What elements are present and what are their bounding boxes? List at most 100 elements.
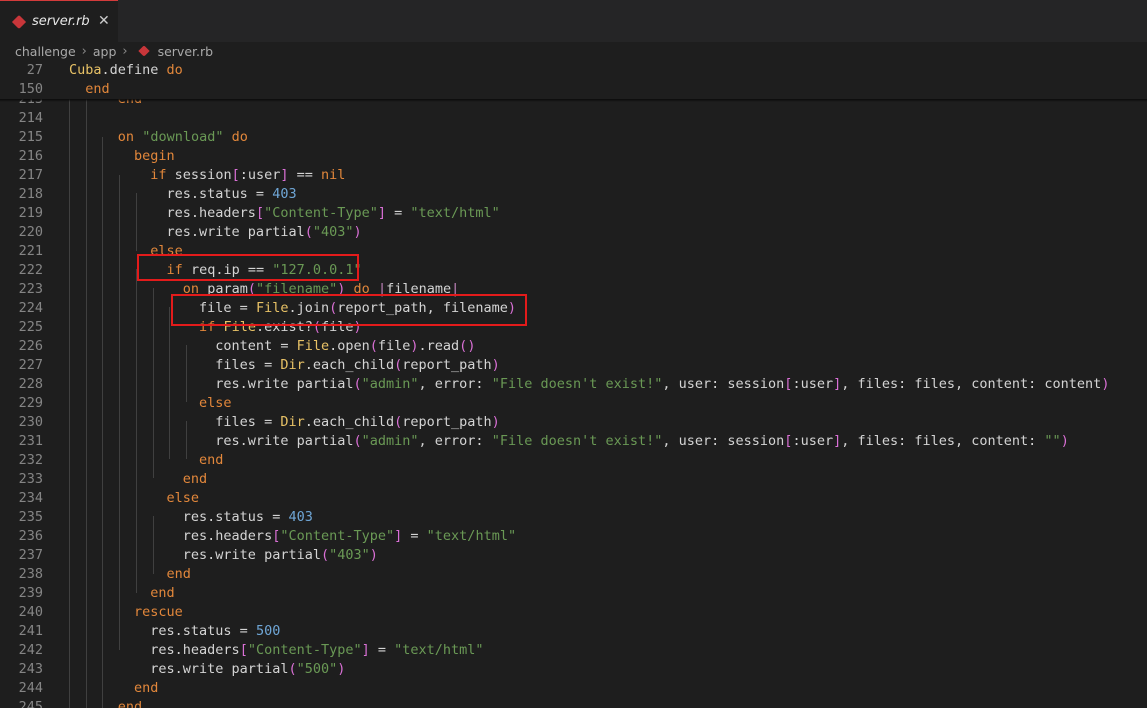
line-number: 150	[18, 81, 43, 97]
code-line[interactable]: 232 end	[0, 451, 1147, 470]
code-line[interactable]: 236 res.headers["Content-Type"] = "text/…	[0, 527, 1147, 546]
code-line[interactable]: 230 files = Dir.each_child(report_path)	[0, 413, 1147, 432]
code-line[interactable]: 214	[0, 109, 1147, 128]
line-text: end	[182, 471, 208, 487]
tab-server-rb[interactable]: server.rb ✕	[0, 0, 118, 42]
code-line[interactable]: 218 res.status = 403	[0, 185, 1147, 204]
close-icon[interactable]: ✕	[98, 13, 110, 29]
sticky-scroll-line[interactable]: 27 Cuba.define do	[0, 61, 1147, 80]
chevron-right-icon: ›	[81, 43, 87, 59]
line-text: res.headers["Content-Type"] = "text/html…	[69, 642, 484, 658]
code-line[interactable]: 215 on "download" do	[0, 128, 1147, 147]
indent-guide	[86, 99, 87, 708]
line-text: content = File.open(file).read()	[69, 338, 476, 354]
chevron-right-icon: ›	[122, 43, 128, 59]
indent-guide	[102, 631, 103, 688]
indent-guide	[119, 175, 120, 650]
line-text: if session[:user] == nil	[150, 167, 346, 183]
tab-bar: server.rb ✕	[0, 0, 1147, 42]
code-line[interactable]: 221 else	[0, 242, 1147, 261]
breadcrumb: challenge › app › server.rb	[15, 42, 1115, 60]
line-number: 221	[18, 243, 43, 259]
sticky-scroll-shadow	[0, 99, 1147, 102]
line-text: Cuba.define do	[69, 62, 183, 78]
code-line[interactable]: 217 if session[:user] == nil	[0, 166, 1147, 185]
line-number: 231	[18, 433, 43, 449]
line-number: 219	[18, 205, 43, 221]
indent-guide	[186, 421, 187, 459]
line-text: else	[199, 395, 232, 411]
line-text: on param("filename") do |filename|	[182, 281, 460, 297]
line-number: 235	[18, 509, 43, 525]
code-line[interactable]: 223 on param("filename") do |filename|	[0, 280, 1147, 299]
code-line[interactable]: 225 if File.exist?(file)	[0, 318, 1147, 337]
ruby-icon	[137, 45, 150, 57]
code-line[interactable]: 216 begin	[0, 147, 1147, 166]
code-line[interactable]: 226 content = File.open(file).read()	[0, 337, 1147, 356]
code-line[interactable]: 240 rescue	[0, 603, 1147, 622]
line-number: 244	[18, 680, 43, 696]
code-line[interactable]: 224 file = File.join(report_path, filena…	[0, 299, 1147, 318]
code-line[interactable]: 237 res.write partial("403")	[0, 546, 1147, 565]
code-line[interactable]: 227 files = Dir.each_child(report_path)	[0, 356, 1147, 375]
line-number: 237	[18, 547, 43, 563]
breadcrumb-item-challenge[interactable]: challenge	[15, 44, 76, 59]
line-text: res.status = 500	[69, 623, 281, 639]
line-text: end	[85, 81, 110, 97]
line-number: 217	[18, 167, 43, 183]
line-text: end	[134, 680, 159, 696]
code-line[interactable]: 239 end	[0, 584, 1147, 603]
indent-guide	[69, 99, 70, 708]
line-number: 225	[18, 319, 43, 335]
code-line[interactable]: 233 end	[0, 470, 1147, 489]
code-line[interactable]: 243 res.write partial("500")	[0, 660, 1147, 679]
code-line[interactable]: 235 res.status = 403	[0, 508, 1147, 527]
line-number: 222	[18, 262, 43, 278]
code-line[interactable]: 244 end	[0, 679, 1147, 698]
indent-guide	[169, 307, 170, 459]
code-line[interactable]: 219 res.headers["Content-Type"] = "text/…	[0, 204, 1147, 223]
code-line[interactable]: 231 res.write partial("admin", error: "F…	[0, 432, 1147, 451]
line-text: files = Dir.each_child(report_path)	[69, 414, 500, 430]
line-text: if req.ip == "127.0.0.1"	[166, 262, 362, 278]
line-number: 223	[18, 281, 43, 297]
line-number: 232	[18, 452, 43, 468]
line-text: on "download" do	[117, 129, 248, 145]
indent-guide	[102, 137, 103, 708]
indent-guide	[153, 516, 154, 574]
line-number: 215	[18, 129, 43, 145]
code-editor[interactable]: 213 end214215 on "download" do216 begin2…	[0, 61, 1147, 708]
line-number: 239	[18, 585, 43, 601]
code-line[interactable]: 228 res.write partial("admin", error: "F…	[0, 375, 1147, 394]
line-text: end	[199, 452, 224, 468]
line-number: 228	[18, 376, 43, 392]
breadcrumb-item-file[interactable]: server.rb	[158, 44, 213, 59]
code-line[interactable]: 234 else	[0, 489, 1147, 508]
indent-guide	[186, 345, 187, 402]
breadcrumb-item-app[interactable]: app	[93, 44, 117, 59]
line-text: res.write partial("403")	[69, 547, 378, 563]
line-number: 234	[18, 490, 43, 506]
line-number: 224	[18, 300, 43, 316]
line-text: end	[166, 566, 191, 582]
code-line[interactable]: 222 if req.ip == "127.0.0.1"	[0, 261, 1147, 280]
line-number: 245	[18, 699, 43, 708]
sticky-scroll-line[interactable]: 150 end	[0, 80, 1147, 99]
line-number: 238	[18, 566, 43, 582]
tab-label: server.rb	[32, 14, 90, 29]
code-line[interactable]: 220 res.write partial("403")	[0, 223, 1147, 242]
line-text: if File.exist?(file)	[199, 319, 362, 335]
line-number: 218	[18, 186, 43, 202]
line-text: res.write partial("admin", error: "File …	[69, 376, 1110, 392]
code-line[interactable]: 241 res.status = 500	[0, 622, 1147, 641]
line-text: res.write partial("403")	[69, 224, 362, 240]
indent-guide	[136, 193, 137, 251]
code-line[interactable]: 238 end	[0, 565, 1147, 584]
line-text: res.status = 403	[69, 509, 313, 525]
code-line[interactable]: 242 res.headers["Content-Type"] = "text/…	[0, 641, 1147, 660]
line-number: 220	[18, 224, 43, 240]
code-line[interactable]: 245 end	[0, 698, 1147, 708]
code-line[interactable]: 229 else	[0, 394, 1147, 413]
line-text: end	[117, 699, 143, 708]
line-text: begin	[134, 148, 175, 164]
